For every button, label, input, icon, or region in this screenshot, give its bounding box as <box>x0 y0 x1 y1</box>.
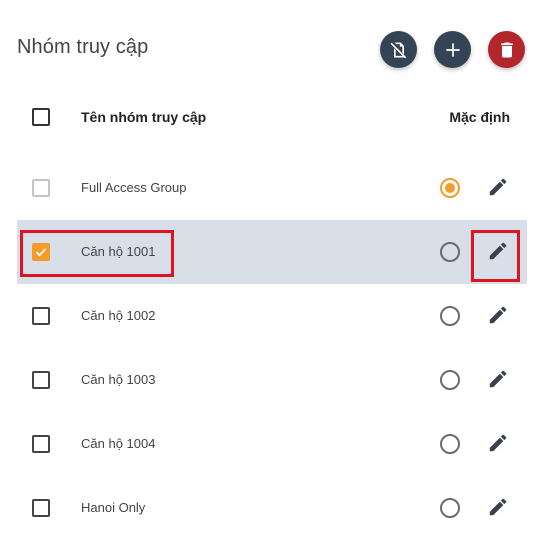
edit-button[interactable] <box>487 304 509 326</box>
default-radio[interactable] <box>440 370 460 390</box>
row-name: Căn hộ 1003 <box>81 372 156 387</box>
column-header-name: Tên nhóm truy cập <box>81 109 207 125</box>
default-radio[interactable] <box>440 178 460 198</box>
table-row[interactable]: Full Access Group <box>17 156 527 220</box>
default-radio[interactable] <box>440 434 460 454</box>
plus-icon <box>443 40 463 60</box>
row-name: Full Access Group <box>81 180 187 195</box>
row-checkbox[interactable] <box>32 499 50 517</box>
table-row[interactable]: Căn hộ 1002 <box>17 284 527 348</box>
default-radio[interactable] <box>440 242 460 262</box>
edit-button[interactable] <box>487 432 509 454</box>
pencil-icon <box>487 178 509 202</box>
delete-button[interactable] <box>488 31 525 68</box>
row-checkbox[interactable] <box>32 371 50 389</box>
edit-button[interactable] <box>487 240 509 262</box>
table-header: Tên nhóm truy cập Mặc định <box>17 94 527 140</box>
pencil-icon <box>487 498 509 522</box>
edit-button[interactable] <box>487 176 509 198</box>
table-row[interactable]: Căn hộ 1003 <box>17 348 527 412</box>
pencil-icon <box>487 370 509 394</box>
table-row[interactable]: Căn hộ 1004 <box>17 412 527 476</box>
row-name: Hanoi Only <box>81 500 146 515</box>
row-name: Căn hộ 1004 <box>81 436 156 451</box>
row-checkbox[interactable] <box>32 179 50 197</box>
row-name: Căn hộ 1002 <box>81 308 156 323</box>
pencil-icon <box>487 434 509 458</box>
edit-button[interactable] <box>487 368 509 390</box>
row-checkbox[interactable] <box>32 307 50 325</box>
no-card-icon <box>389 40 409 60</box>
row-checkbox[interactable] <box>32 435 50 453</box>
table-row[interactable]: Hanoi Only <box>17 476 527 540</box>
add-button[interactable] <box>434 31 471 68</box>
disable-card-button[interactable] <box>380 31 417 68</box>
column-header-default: Mặc định <box>449 109 510 125</box>
default-radio[interactable] <box>440 498 460 518</box>
page-title: Nhóm truy cập <box>17 36 149 58</box>
pencil-icon <box>487 242 509 266</box>
table-row[interactable]: Căn hộ 1001 <box>17 220 527 284</box>
default-radio[interactable] <box>440 306 460 326</box>
edit-button[interactable] <box>487 496 509 518</box>
row-checkbox[interactable] <box>32 243 50 261</box>
pencil-icon <box>487 306 509 330</box>
row-name: Căn hộ 1001 <box>81 244 156 259</box>
trash-icon <box>497 40 517 60</box>
select-all-checkbox[interactable] <box>32 108 50 126</box>
